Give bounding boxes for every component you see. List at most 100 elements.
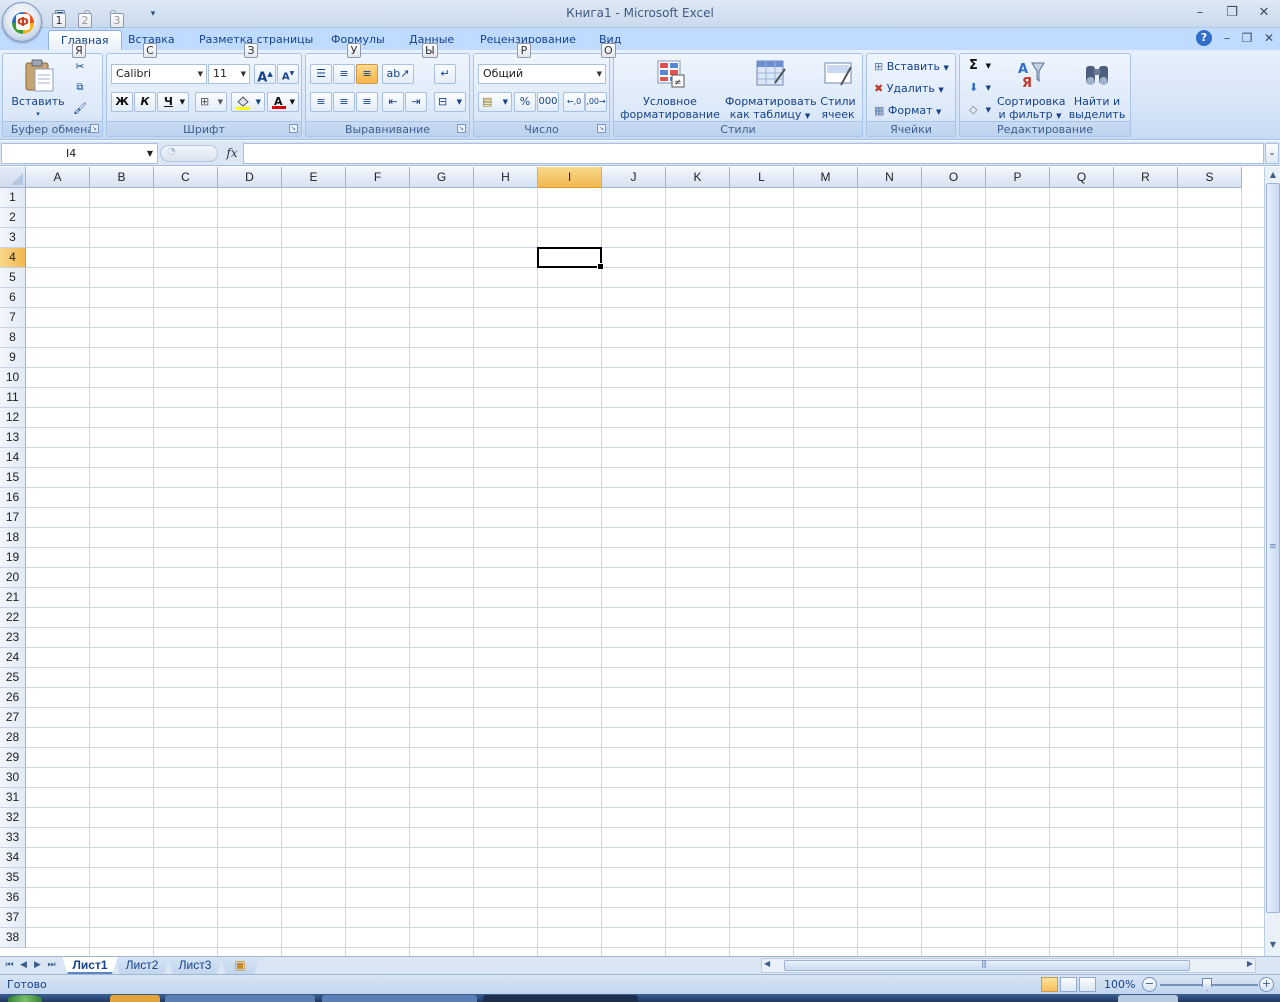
increase-decimal-icon[interactable]: ←,0 — [563, 92, 585, 112]
font-launcher-icon[interactable]: ↘ — [289, 124, 298, 133]
orientation-button[interactable]: ab↗ — [382, 64, 414, 84]
row-header-35[interactable]: 35 — [0, 868, 26, 888]
grow-font-button[interactable]: A▲ — [254, 64, 276, 85]
italic-button[interactable]: К — [134, 92, 156, 112]
currency-button[interactable]: ▤ ▼ — [478, 92, 512, 112]
expand-formula-bar-icon[interactable]: ⌄ — [1265, 143, 1279, 164]
align-middle-icon[interactable]: ≡ — [333, 64, 355, 84]
horizontal-scrollbar[interactable]: ◀ ▶ — [761, 958, 1256, 973]
fill-color-button[interactable]: ▼ — [231, 92, 265, 112]
insert-sheet-button[interactable]: ▣ — [220, 957, 260, 974]
zoom-slider-thumb[interactable] — [1202, 978, 1212, 991]
column-header-b[interactable]: B — [90, 167, 154, 188]
row-header-14[interactable]: 14 — [0, 448, 26, 468]
doc-close-icon[interactable]: ✕ — [1260, 30, 1278, 46]
sheet-tab-3[interactable]: Лист3 — [167, 957, 223, 974]
last-sheet-icon[interactable]: ⏭ — [45, 958, 58, 973]
column-header-n[interactable]: N — [858, 167, 922, 188]
next-sheet-icon[interactable]: ▶ — [31, 958, 44, 973]
sheet-tab-1[interactable]: Лист1 — [62, 957, 118, 974]
row-header-19[interactable]: 19 — [0, 548, 26, 568]
row-header-31[interactable]: 31 — [0, 788, 26, 808]
underline-button[interactable]: Ч ▼ — [157, 92, 189, 112]
column-header-p[interactable]: P — [986, 167, 1050, 188]
row-header-7[interactable]: 7 — [0, 308, 26, 328]
scroll-up-icon[interactable]: ▲ — [1266, 167, 1280, 183]
font-name-combo[interactable]: Calibri ▼ — [111, 64, 207, 84]
align-right-icon[interactable]: ≡ — [356, 92, 378, 112]
column-header-g[interactable]: G — [410, 167, 474, 188]
active-cell[interactable] — [537, 247, 604, 270]
office-button[interactable] — [2, 2, 42, 42]
number-launcher-icon[interactable]: ↘ — [597, 124, 606, 133]
insert-function-button[interactable]: fx — [223, 144, 241, 163]
column-header-e[interactable]: E — [282, 167, 346, 188]
clear-button[interactable]: ◇ ▼ — [964, 101, 994, 119]
merge-cells-button[interactable]: ⊟ ▼ — [434, 92, 466, 112]
copy-icon[interactable]: ⧉ — [69, 79, 91, 97]
row-header-21[interactable]: 21 — [0, 588, 26, 608]
row-header-37[interactable]: 37 — [0, 908, 26, 928]
restore-icon[interactable]: ❐ — [1220, 4, 1244, 22]
row-header-33[interactable]: 33 — [0, 828, 26, 848]
alignment-launcher-icon[interactable]: ↘ — [457, 124, 466, 133]
column-header-s[interactable]: S — [1178, 167, 1242, 188]
format-painter-icon[interactable]: 🖌 — [69, 100, 91, 118]
row-header-13[interactable]: 13 — [0, 428, 26, 448]
row-header-3[interactable]: 3 — [0, 228, 26, 248]
prev-sheet-icon[interactable]: ◀ — [17, 958, 30, 973]
vertical-scroll-thumb[interactable] — [1266, 183, 1280, 913]
taskbar-item[interactable] — [322, 995, 477, 1002]
sort-filter-button[interactable]: A Я Сортировка и фильтр ▼ — [996, 56, 1066, 121]
column-header-o[interactable]: O — [922, 167, 986, 188]
row-header-20[interactable]: 20 — [0, 568, 26, 588]
row-header-30[interactable]: 30 — [0, 768, 26, 788]
column-header-h[interactable]: H — [474, 167, 538, 188]
row-header-4[interactable]: 4 — [0, 248, 26, 268]
vertical-scrollbar[interactable]: ▲ ▼ — [1264, 167, 1280, 956]
row-header-25[interactable]: 25 — [0, 668, 26, 688]
name-box[interactable]: I4 ▼ — [1, 143, 158, 164]
paste-button[interactable]: Вставить ▾ — [9, 56, 67, 120]
taskbar-item[interactable] — [110, 995, 160, 1002]
row-header-36[interactable]: 36 — [0, 888, 26, 908]
align-bottom-icon[interactable]: ≡ — [356, 64, 378, 84]
column-header-i[interactable]: I — [538, 167, 602, 188]
cell-area[interactable] — [26, 188, 1264, 956]
formula-input[interactable] — [243, 143, 1264, 164]
zoom-out-icon[interactable]: − — [1142, 977, 1157, 992]
row-header-10[interactable]: 10 — [0, 368, 26, 388]
doc-minimize-icon[interactable]: – — [1218, 30, 1236, 46]
row-header-28[interactable]: 28 — [0, 728, 26, 748]
scroll-right-icon[interactable]: ▶ — [1247, 959, 1253, 968]
row-header-16[interactable]: 16 — [0, 488, 26, 508]
first-sheet-icon[interactable]: ⏮ — [3, 958, 16, 973]
delete-cells-button[interactable]: ✖ Удалить ▼ — [870, 80, 954, 98]
start-button[interactable] — [8, 995, 42, 1002]
find-select-button[interactable]: Найти и выделить ▼ — [1066, 56, 1128, 133]
row-header-32[interactable]: 32 — [0, 808, 26, 828]
help-icon[interactable]: ? — [1196, 30, 1212, 46]
column-header-c[interactable]: C — [154, 167, 218, 188]
taskbar-item[interactable] — [165, 995, 315, 1002]
column-header-r[interactable]: R — [1114, 167, 1178, 188]
row-header-24[interactable]: 24 — [0, 648, 26, 668]
row-header-38[interactable]: 38 — [0, 928, 26, 948]
column-header-j[interactable]: J — [602, 167, 666, 188]
column-header-d[interactable]: D — [218, 167, 282, 188]
normal-view-icon[interactable] — [1041, 977, 1058, 992]
scroll-left-icon[interactable]: ◀ — [764, 959, 770, 968]
sheet-tab-2[interactable]: Лист2 — [114, 957, 170, 974]
column-header-m[interactable]: M — [794, 167, 858, 188]
conditional-formatting-button[interactable]: ≠ Условное форматирование ▼ — [616, 56, 724, 133]
row-header-5[interactable]: 5 — [0, 268, 26, 288]
column-header-a[interactable]: A — [26, 167, 90, 188]
row-header-15[interactable]: 15 — [0, 468, 26, 488]
borders-button[interactable]: ⊞ ▼ — [195, 92, 227, 112]
format-as-table-button[interactable]: Форматировать как таблицу ▼ — [724, 56, 817, 121]
clipboard-launcher-icon[interactable]: ↘ — [90, 124, 99, 133]
align-left-icon[interactable]: ≡ — [310, 92, 332, 112]
row-header-29[interactable]: 29 — [0, 748, 26, 768]
decrease-indent-icon[interactable]: ⇤ — [382, 92, 404, 112]
close-icon[interactable]: ✕ — [1252, 4, 1276, 22]
